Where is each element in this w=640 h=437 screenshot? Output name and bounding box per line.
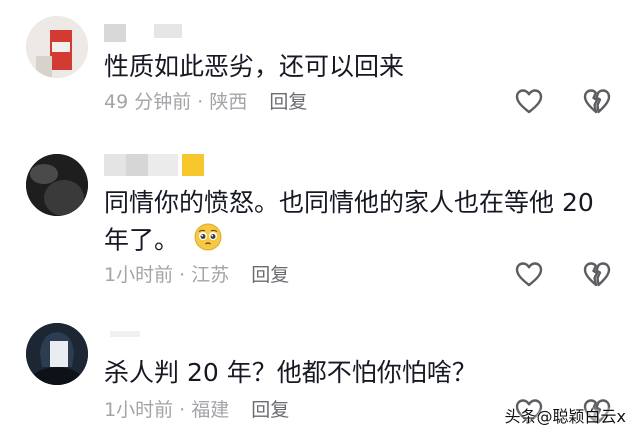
comment-meta: 1小时前 · 福建 回复 [104,399,290,421]
heart-outline-icon[interactable] [514,259,544,289]
comment-time: 1小时前 [104,264,174,286]
reply-button[interactable]: 回复 [251,264,289,286]
comment-text: 同情你的愤怒。也同情他的家人也在等他 20 [104,188,594,217]
username-blurred[interactable] [104,24,184,42]
pleading-face-emoji [193,222,223,261]
broken-heart-icon[interactable] [582,259,612,289]
comment-text: 杀人判 20 年？他都不怕你怕啥？ [104,358,477,387]
username-blurred[interactable] [104,326,164,344]
comment-location: 江苏 [191,264,230,286]
heart-outline-icon[interactable] [514,86,544,116]
comment-location: 陕西 [209,91,248,113]
comment-time: 49 分钟前 [104,91,192,113]
watermark: 头条@聪颖白云x [504,407,626,426]
reply-button[interactable]: 回复 [269,91,307,113]
reply-button[interactable]: 回复 [251,399,289,421]
avatar[interactable] [26,16,88,78]
username-blurred[interactable] [104,154,214,176]
comment-text: 性质如此恶劣，还可以回来 [104,52,405,81]
comment-meta: 1小时前 · 江苏 回复 [104,264,290,286]
comment-location: 福建 [191,399,230,421]
comment-text: 年了。 [104,222,223,261]
comment-meta: 49 分钟前 · 陕西 回复 [104,91,308,113]
avatar[interactable] [26,323,88,385]
comment-time: 1小时前 [104,399,174,421]
broken-heart-icon[interactable] [582,86,612,116]
avatar[interactable] [26,154,88,216]
